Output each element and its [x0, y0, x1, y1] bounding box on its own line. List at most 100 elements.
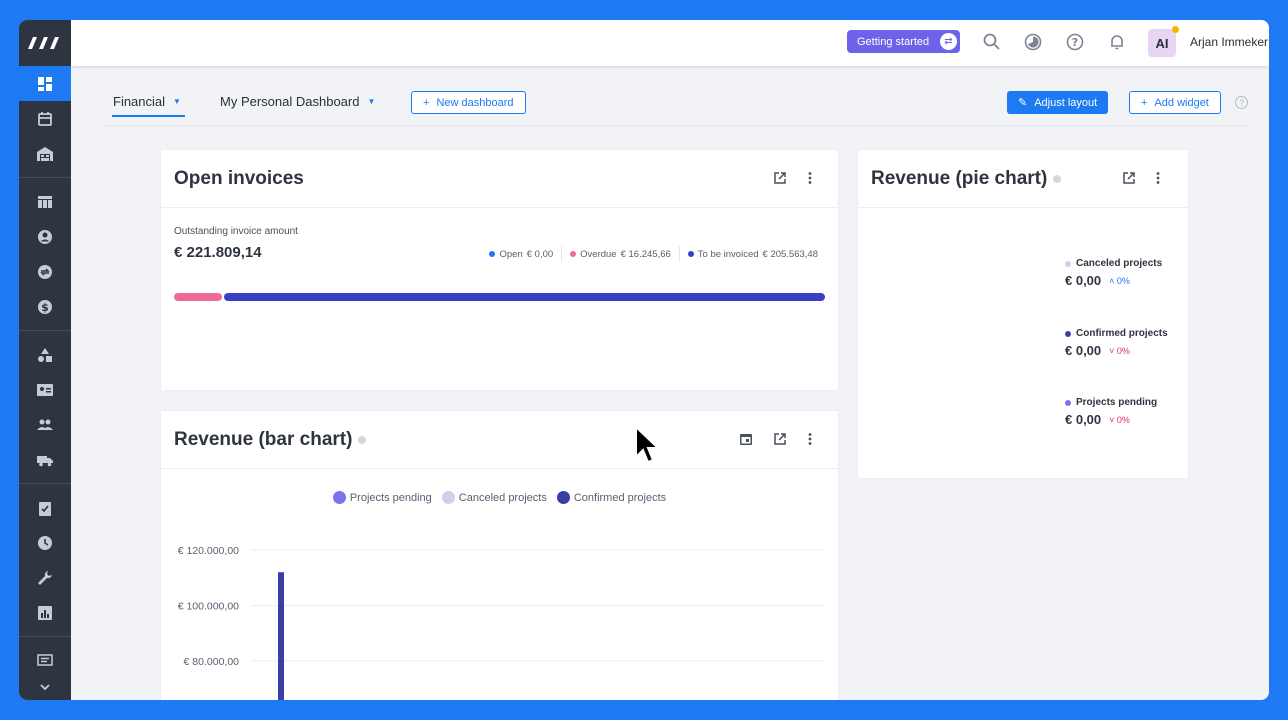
revenue-bar-title-wrap: Revenue (bar chart): [174, 429, 367, 451]
info-icon[interactable]: [1053, 175, 1062, 183]
bar-chart-plot: € 120.000,00 € 100.000,00 € 80.000,00: [178, 545, 824, 700]
pie-value: € 0,00: [1065, 343, 1102, 358]
app-logo[interactable]: [19, 20, 71, 66]
getting-started-button[interactable]: Getting started ⇄: [847, 30, 960, 53]
nav-shapes-icon[interactable]: [19, 337, 71, 372]
adjust-layout-label: Adjust layout: [1034, 96, 1098, 109]
tab-financial-label: Financial: [113, 94, 166, 109]
pie-item-pending: Projects pending € 0,00 ˅ 0%: [1065, 397, 1157, 427]
nav-dollar-icon[interactable]: $: [19, 289, 71, 324]
nav-contacts-icon[interactable]: [19, 219, 71, 254]
nav-dashboard-icon[interactable]: [19, 66, 71, 101]
pie-dot: [1065, 330, 1071, 337]
nav-exchange-icon[interactable]: [19, 254, 71, 289]
trend-icon: ˄: [1109, 275, 1117, 286]
mouse-cursor-icon: [635, 425, 660, 464]
pie-item-canceled: Canceled projects € 0,00 ˄ 0%: [1065, 258, 1162, 288]
adjust-layout-button[interactable]: ✎ Adjust layout: [1007, 91, 1109, 114]
bell-icon[interactable]: [1107, 32, 1127, 52]
nav-clock-icon[interactable]: [19, 525, 71, 560]
timer-icon[interactable]: [1023, 32, 1043, 52]
nav-messages-icon[interactable]: [19, 643, 71, 678]
invoice-legend: Open € 0,00 Overdue € 16.245,66 To be in…: [489, 246, 818, 262]
legend-series-label: Canceled projects: [458, 491, 547, 504]
pie-pct: ˄ 0%: [1109, 276, 1130, 286]
nav-wrench-icon[interactable]: [19, 560, 71, 595]
getting-started-label: Getting started: [857, 35, 930, 48]
plus-icon: +: [1141, 96, 1148, 109]
user-name[interactable]: Arjan Immeker: [1190, 35, 1268, 49]
pie-label: Projects pending: [1076, 397, 1158, 408]
pie-label: Confirmed projects: [1076, 328, 1168, 339]
pie-pct-value: 0%: [1116, 275, 1130, 286]
legend-value: € 205.563,48: [762, 248, 818, 260]
svg-text:?: ?: [1072, 36, 1078, 49]
revenue-pie-widget: Revenue (pie chart) Canceled projects € …: [858, 150, 1188, 478]
legend-series-label: Projects pending: [349, 491, 432, 504]
legend-dot: [441, 491, 455, 504]
add-widget-label: Add widget: [1154, 96, 1209, 109]
top-bar: Getting started ⇄ ? AI Arjan Immeker: [71, 20, 1269, 66]
calendar-icon[interactable]: [738, 431, 754, 447]
caret-down-icon: ▼: [367, 97, 376, 106]
legend-overdue: Overdue € 16.245,66: [570, 249, 671, 260]
legend-series-confirmed[interactable]: Confirmed projects: [556, 491, 667, 504]
nav-report-icon[interactable]: [19, 595, 71, 630]
legend-label: Overdue: [580, 248, 617, 260]
open-invoices-title: Open invoices: [174, 168, 304, 189]
more-options-icon[interactable]: [802, 170, 818, 186]
legend-dot: [489, 251, 496, 257]
pie-pct: ˅ 0%: [1109, 346, 1130, 356]
help-circle-icon[interactable]: ?: [1235, 96, 1248, 109]
invoice-bar-segment: [223, 293, 825, 301]
revenue-bar-title: Revenue (bar chart): [174, 429, 353, 450]
revenue-pie-title-wrap: Revenue (pie chart): [871, 168, 1062, 190]
tab-financial[interactable]: Financial ▼: [112, 94, 185, 117]
tab-personal-dashboard[interactable]: My Personal Dashboard ▼: [220, 94, 375, 109]
open-external-icon[interactable]: [772, 431, 788, 447]
app-window: $ Getting started ⇄ ? AI Arjan Immeker F…: [19, 20, 1269, 700]
search-icon[interactable]: [982, 32, 1002, 52]
pie-value: € 0,00: [1065, 412, 1102, 427]
legend-series-label: Confirmed projects: [573, 491, 667, 504]
nav-clipboard-icon[interactable]: [19, 490, 71, 525]
invoice-progress-bar: [174, 293, 825, 301]
outstanding-label: Outstanding invoice amount: [174, 226, 298, 237]
svg-text:$: $: [41, 301, 49, 314]
pie-pct-value: 0%: [1116, 345, 1130, 356]
legend-open: Open € 0,00: [489, 249, 553, 260]
add-widget-button[interactable]: + Add widget: [1129, 91, 1221, 114]
nav-expand-chevron-icon[interactable]: [19, 678, 71, 696]
more-options-icon[interactable]: [1150, 170, 1166, 186]
help-icon[interactable]: ?: [1065, 32, 1085, 52]
notification-dot: [1172, 26, 1179, 33]
nav-table-icon[interactable]: [19, 184, 71, 219]
caret-down-icon: ▼: [173, 97, 181, 106]
nav-idcard-icon[interactable]: [19, 372, 71, 407]
legend-to-be-invoiced: To be invoiced € 205.563,48: [687, 248, 818, 260]
open-external-icon[interactable]: [1121, 170, 1137, 186]
pie-pct: ˅ 0%: [1109, 415, 1130, 425]
legend-series-canceled[interactable]: Canceled projects: [441, 491, 547, 504]
nav-team-icon[interactable]: [19, 407, 71, 442]
nav-calendar-icon[interactable]: [19, 101, 71, 136]
open-external-icon[interactable]: [772, 170, 788, 186]
avatar-initials: AI: [1155, 35, 1169, 51]
open-invoices-widget: Open invoices Outstanding invoice amount…: [161, 150, 838, 390]
nav-warehouse-icon[interactable]: [19, 136, 71, 171]
y-tick-label: € 80.000,00: [184, 656, 240, 668]
nav-truck-icon[interactable]: [19, 442, 71, 477]
invoice-bar-segment: [174, 293, 222, 301]
avatar[interactable]: AI: [1148, 26, 1179, 57]
bar-confirmed-projects[interactable]: [278, 572, 284, 700]
info-icon[interactable]: [358, 436, 367, 444]
new-dashboard-button[interactable]: + New dashboard: [411, 91, 526, 114]
legend-value: € 0,00: [526, 248, 554, 260]
legend-series-pending[interactable]: Projects pending: [332, 491, 432, 504]
more-options-icon[interactable]: [802, 431, 818, 447]
y-tick-label: € 100.000,00: [178, 601, 239, 613]
plus-icon: +: [423, 96, 430, 109]
pie-label: Canceled projects: [1076, 258, 1163, 269]
toggle-icon: ⇄: [940, 33, 957, 50]
revenue-bar-widget: Revenue (bar chart) Projects pending Can…: [161, 411, 838, 700]
